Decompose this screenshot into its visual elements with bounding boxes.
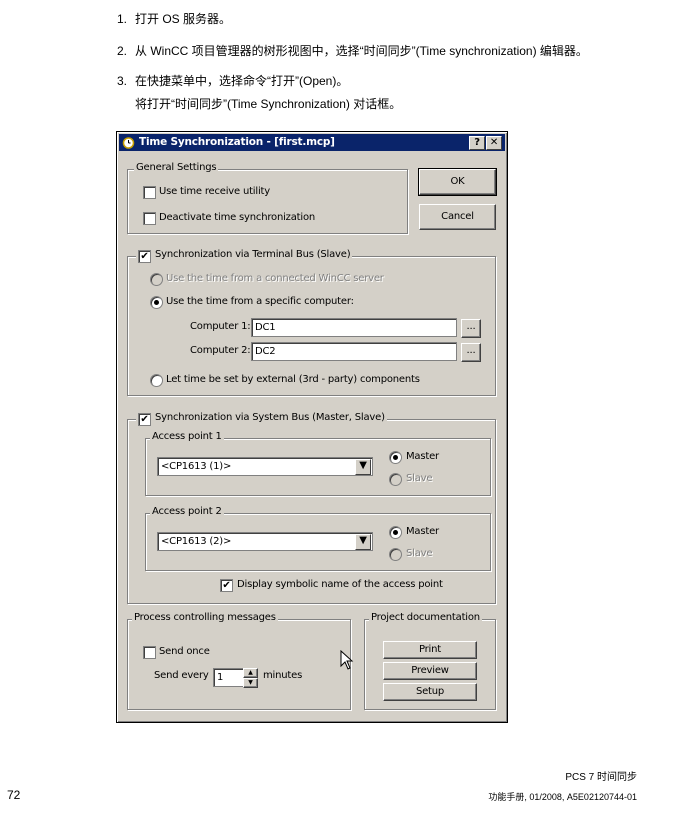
- ap2-master-label: Master: [406, 526, 439, 537]
- group-legend: Access point 1: [150, 431, 224, 442]
- system-bus-label: Synchronization via System Bus (Master, …: [155, 412, 385, 423]
- send-every-label: Send every: [154, 670, 209, 681]
- ap1-master-label: Master: [406, 451, 439, 462]
- ap1-slave-label: Slave: [406, 473, 433, 484]
- wincc-server-label: Use the time from a connected WinCC serv…: [166, 273, 384, 284]
- step-text: 在快捷菜单中，选择命令“打开”(Open)。: [135, 74, 349, 88]
- use-time-receive-checkbox[interactable]: [143, 186, 156, 199]
- computer-1-label: Computer 1:: [190, 321, 251, 332]
- cancel-button[interactable]: Cancel: [419, 204, 496, 230]
- group-legend: Access point 2: [150, 506, 224, 517]
- step-text: 从 WinCC 项目管理器的树形视图中，选择“时间同步”(Time synchr…: [135, 44, 588, 58]
- time-sync-dialog: Time Synchronization - [first.mcp] ? ✕ G…: [116, 131, 508, 723]
- access-point-2-value: <CP1613 (2)>: [161, 536, 232, 547]
- general-settings-group: General Settings Use time receive utilit…: [127, 162, 408, 234]
- access-point-2-group: Access point 2 <CP1613 (2)> ▼ Master Sla…: [145, 506, 491, 571]
- external-components-radio[interactable]: [150, 374, 163, 387]
- ap1-master-radio[interactable]: [389, 451, 402, 464]
- system-bus-checkbox[interactable]: ✔: [138, 413, 151, 426]
- print-button[interactable]: Print: [383, 641, 477, 659]
- send-every-field[interactable]: 1: [213, 668, 244, 687]
- dialog-title: Time Synchronization - [first.mcp]: [139, 136, 335, 148]
- send-once-checkbox[interactable]: [143, 646, 156, 659]
- computer-2-browse-button[interactable]: ...: [461, 343, 481, 362]
- step-3-note: 将打开“时间同步”(Time Synchronization) 对话框。: [135, 97, 402, 111]
- specific-computer-radio[interactable]: [150, 296, 163, 309]
- access-point-1-group: Access point 1 <CP1613 (1)> ▼ Master Sla…: [145, 431, 491, 496]
- dialog-titlebar[interactable]: Time Synchronization - [first.mcp] ? ✕: [119, 134, 505, 151]
- access-point-2-select[interactable]: <CP1613 (2)> ▼: [157, 532, 373, 551]
- computer-1-browse-button[interactable]: ...: [461, 319, 481, 338]
- step-number: 3.: [117, 74, 128, 88]
- minutes-label: minutes: [263, 670, 303, 681]
- ap2-slave-radio[interactable]: [389, 548, 402, 561]
- step-1: 1. 打开 OS 服务器。: [117, 11, 231, 27]
- step-3: 3. 在快捷菜单中，选择命令“打开”(Open)。: [117, 73, 348, 89]
- footer-title: PCS 7 时间同步: [565, 772, 637, 783]
- help-button[interactable]: ?: [469, 136, 485, 150]
- ok-button[interactable]: OK: [418, 168, 497, 196]
- ap1-slave-radio[interactable]: [389, 473, 402, 486]
- use-time-receive-label: Use time receive utility: [159, 186, 270, 197]
- clock-icon: [122, 137, 135, 149]
- spin-down-button[interactable]: ▼: [243, 678, 258, 688]
- computer-2-field[interactable]: DC2: [251, 342, 457, 361]
- terminal-bus-group: ✔ Synchronization via Terminal Bus (Slave…: [127, 249, 496, 396]
- group-legend: General Settings: [134, 162, 219, 173]
- wincc-server-radio[interactable]: [150, 273, 163, 286]
- step-number: 2.: [117, 44, 128, 58]
- project-documentation-group: Project documentation Print Preview Setu…: [364, 612, 496, 710]
- group-legend: ✔ Synchronization via Terminal Bus (Slave…: [136, 249, 353, 263]
- dropdown-arrow-icon[interactable]: ▼: [355, 534, 371, 550]
- terminal-bus-checkbox[interactable]: ✔: [138, 250, 151, 263]
- access-point-1-select[interactable]: <CP1613 (1)> ▼: [157, 457, 373, 476]
- computer-2-label: Computer 2:: [190, 345, 251, 356]
- preview-button[interactable]: Preview: [383, 662, 477, 680]
- page-number: 72: [7, 788, 21, 802]
- step-2: 2. 从 WinCC 项目管理器的树形视图中，选择“时间同步”(Time sync…: [117, 43, 588, 59]
- deactivate-sync-label: Deactivate time synchronization: [159, 212, 316, 223]
- ap2-master-radio[interactable]: [389, 526, 402, 539]
- close-button[interactable]: ✕: [486, 136, 502, 150]
- terminal-bus-label: Synchronization via Terminal Bus (Slave): [155, 249, 351, 260]
- mouse-pointer-icon: [340, 650, 354, 670]
- send-once-label: Send once: [159, 646, 210, 657]
- ap2-slave-label: Slave: [406, 548, 433, 559]
- specific-computer-label: Use the time from a specific computer:: [166, 296, 354, 307]
- system-bus-group: ✔ Synchronization via System Bus (Master,…: [127, 412, 496, 604]
- step-number: 1.: [117, 12, 128, 26]
- process-messages-group: Process controlling messages Send once S…: [127, 612, 354, 710]
- display-symbolic-label: Display symbolic name of the access poin…: [237, 579, 443, 590]
- computer-1-field[interactable]: DC1: [251, 318, 457, 337]
- external-components-label: Let time be set by external (3rd - party…: [166, 374, 420, 385]
- setup-button[interactable]: Setup: [383, 683, 477, 701]
- spin-up-button[interactable]: ▲: [243, 668, 258, 678]
- step-text: 打开 OS 服务器。: [135, 12, 232, 26]
- group-legend: ✔ Synchronization via System Bus (Master,…: [136, 412, 387, 426]
- dropdown-arrow-icon[interactable]: ▼: [355, 459, 371, 475]
- deactivate-sync-checkbox[interactable]: [143, 212, 156, 225]
- display-symbolic-checkbox[interactable]: ✔: [220, 579, 233, 592]
- access-point-1-value: <CP1613 (1)>: [161, 461, 232, 472]
- group-legend: Project documentation: [369, 612, 482, 623]
- footer-manual-info: 功能手册, 01/2008, A5E02120744-01: [488, 792, 637, 802]
- group-legend: Process controlling messages: [132, 612, 278, 623]
